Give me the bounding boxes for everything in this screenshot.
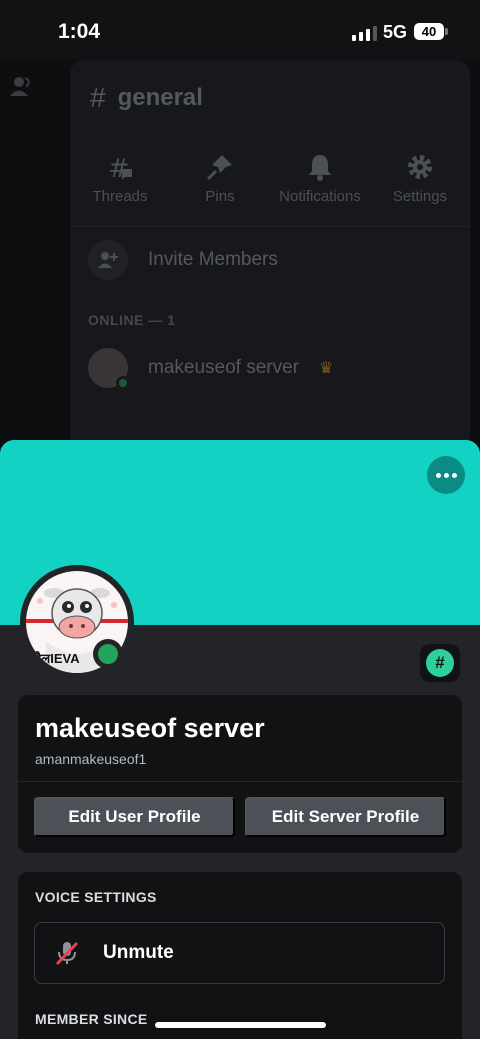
channel-toolbar: # Threads Pins Notifications Settings bbox=[70, 152, 470, 205]
profile-info-card: makeuseof server amanmakeuseof1 Edit Use… bbox=[18, 695, 462, 853]
invite-members-row[interactable]: Invite Members bbox=[88, 240, 278, 280]
avatar-caption: बैलIEVA bbox=[34, 651, 80, 666]
voice-settings-heading: VOICE SETTINGS bbox=[35, 889, 157, 905]
notifications-button[interactable]: Notifications bbox=[270, 152, 370, 205]
channel-badge-button[interactable]: # bbox=[420, 644, 460, 682]
member-name: makeuseof server bbox=[148, 357, 300, 378]
channel-name: general bbox=[117, 84, 203, 111]
profile-actions: Edit User Profile Edit Server Profile bbox=[34, 797, 446, 837]
member-avatar bbox=[88, 348, 130, 390]
voice-settings-card: VOICE SETTINGS Unmute MEMBER SINCE bbox=[18, 872, 462, 1039]
username: amanmakeuseof1 bbox=[35, 751, 147, 767]
hash-badge-icon: # bbox=[426, 649, 454, 677]
muted-microphone-icon bbox=[55, 941, 79, 966]
more-options-button[interactable] bbox=[427, 456, 465, 494]
threads-label: Threads bbox=[92, 188, 148, 205]
background-channel-view: # general # Threads Pins Notifications S… bbox=[0, 60, 480, 489]
status-time: 1:04 bbox=[58, 20, 101, 43]
edit-user-profile-button[interactable]: Edit User Profile bbox=[34, 797, 235, 837]
home-indicator[interactable] bbox=[155, 1022, 326, 1028]
member-list-item[interactable]: makeuseof server ♛ bbox=[88, 348, 334, 390]
online-status-indicator bbox=[93, 639, 123, 669]
divider bbox=[18, 781, 462, 782]
edit-server-profile-button[interactable]: Edit Server Profile bbox=[245, 797, 446, 837]
more-dots-icon bbox=[435, 472, 441, 478]
status-bar: 1:04 5G 40 bbox=[0, 0, 480, 60]
members-icon[interactable] bbox=[10, 76, 34, 98]
signal-icon bbox=[352, 26, 377, 41]
network-type: 5G bbox=[383, 22, 408, 42]
channel-panel: # general # Threads Pins Notifications S… bbox=[70, 60, 470, 450]
divider bbox=[70, 226, 470, 227]
member-since-heading: MEMBER SINCE bbox=[35, 1011, 148, 1027]
bell-icon bbox=[270, 152, 370, 182]
battery-icon: 40 bbox=[414, 23, 448, 40]
gear-icon bbox=[370, 152, 470, 182]
threads-icon: # bbox=[70, 152, 170, 182]
crown-icon: ♛ bbox=[319, 360, 334, 377]
display-name: makeuseof server bbox=[35, 713, 265, 743]
unmute-button[interactable]: Unmute bbox=[34, 922, 445, 984]
add-person-icon bbox=[88, 240, 128, 280]
invite-members-label: Invite Members bbox=[148, 249, 278, 270]
settings-label: Settings bbox=[392, 188, 448, 205]
channel-header: # general bbox=[90, 82, 203, 114]
pin-icon bbox=[170, 152, 270, 182]
settings-button[interactable]: Settings bbox=[370, 152, 470, 205]
pins-button[interactable]: Pins bbox=[170, 152, 270, 205]
hash-icon: # bbox=[90, 82, 106, 113]
notifications-label: Notifications bbox=[279, 188, 361, 205]
threads-button[interactable]: # Threads bbox=[70, 152, 170, 205]
online-status-dot bbox=[116, 376, 130, 390]
pins-label: Pins bbox=[205, 188, 235, 205]
online-section-label: ONLINE — 1 bbox=[88, 312, 176, 328]
unmute-label: Unmute bbox=[103, 942, 174, 963]
